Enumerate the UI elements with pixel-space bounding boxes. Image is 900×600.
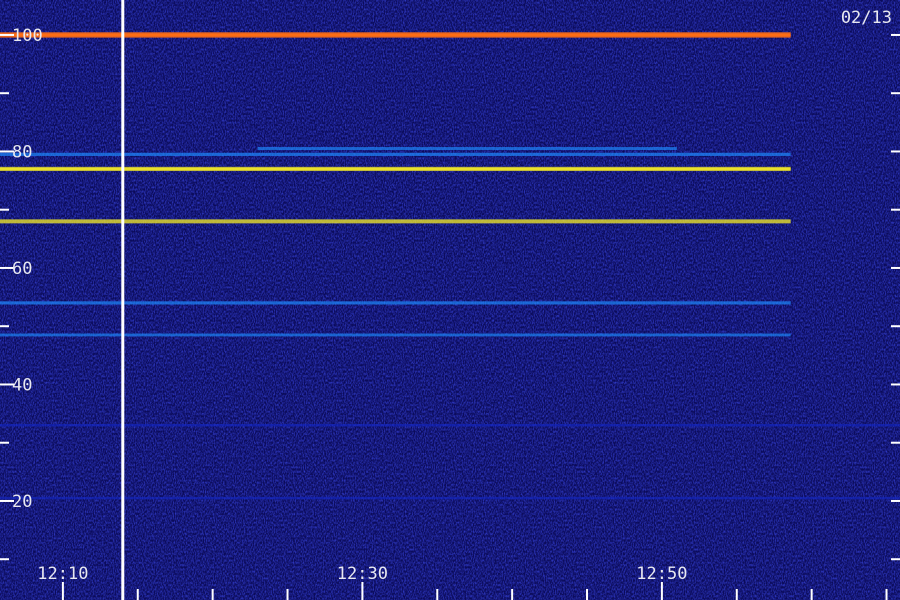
- band-4: [0, 219, 791, 224]
- spectrogram-chart: 20 40 60 80 100 12:10 12:30 12:50 02/13: [0, 0, 900, 600]
- x-tick-label-1250: 12:50: [636, 564, 687, 584]
- band-3: [257, 147, 677, 151]
- y-tick-label-40: 40: [12, 375, 32, 395]
- y-tick-label-20: 20: [12, 492, 32, 512]
- band-core-1: [0, 167, 791, 170]
- x-tick-label-1230: 12:30: [337, 564, 388, 584]
- date-label: 02/13: [841, 8, 892, 28]
- spectrogram-noise: [0, 0, 900, 600]
- y-tick-label-60: 60: [12, 259, 32, 279]
- band-core-0: [0, 33, 791, 36]
- y-tick-label-100: 100: [12, 26, 43, 46]
- band-6: [0, 333, 791, 337]
- x-tick-label-1210: 12:10: [37, 564, 88, 584]
- band-7: [0, 424, 900, 427]
- y-tick-label-80: 80: [12, 142, 32, 162]
- band-2: [0, 152, 791, 156]
- band-8: [0, 496, 900, 500]
- band-5: [0, 301, 791, 305]
